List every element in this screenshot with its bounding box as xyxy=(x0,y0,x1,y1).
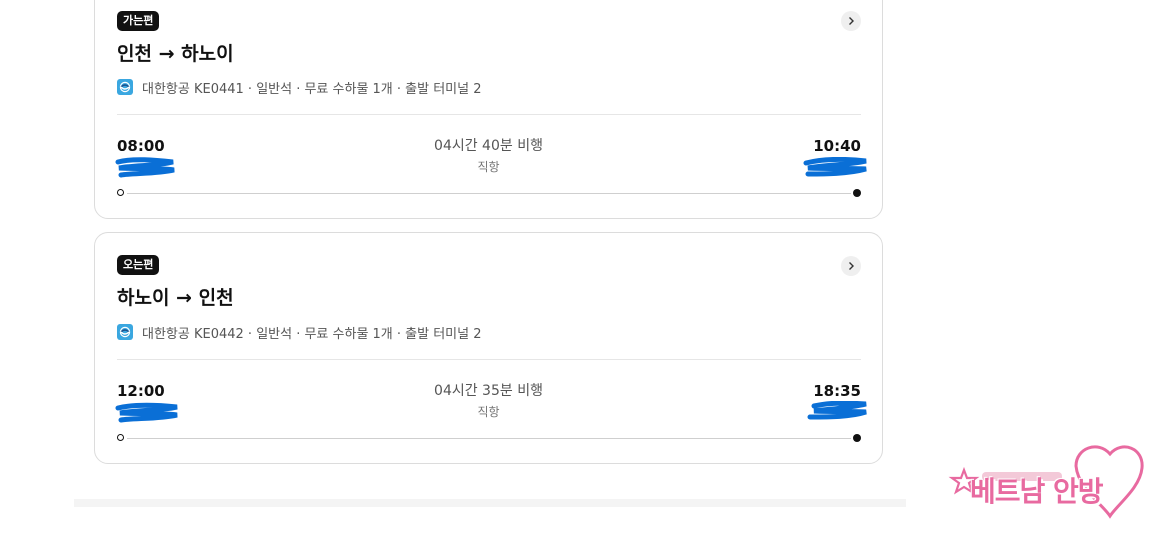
stop-info: 직항 xyxy=(477,405,500,419)
arrival-dot xyxy=(853,189,861,197)
redaction-scribble xyxy=(115,402,178,423)
flight-duration: 04시간 35분 비행 xyxy=(434,383,543,399)
airline-info: 대한항공 KE0441 · 일반석 · 무료 수하물 1개 · 출발 터미널 2 xyxy=(142,81,482,97)
route-title: 하노이 → 인천 xyxy=(117,287,234,309)
flight-duration: 04시간 40분 비행 xyxy=(434,138,543,154)
korean-air-logo-icon xyxy=(117,324,133,340)
chevron-right-icon[interactable] xyxy=(841,256,861,276)
departure-dot xyxy=(117,434,124,441)
departure-dot xyxy=(117,189,124,196)
arrival-dot xyxy=(853,434,861,442)
route-title: 인천 → 하노이 xyxy=(117,43,234,65)
direction-badge: 오는편 xyxy=(117,255,160,275)
watermark-text: 베트남 안방 xyxy=(970,475,1104,508)
redaction-scribble xyxy=(115,157,175,178)
stop-info: 직항 xyxy=(477,160,500,174)
timeline-line xyxy=(127,437,851,439)
airline-info: 대한항공 KE0442 · 일반석 · 무료 수하물 1개 · 출발 터미널 2 xyxy=(142,326,482,342)
arrival-time: 18:35 xyxy=(813,382,861,400)
redaction-scribble xyxy=(807,401,867,420)
flight-card-outbound[interactable]: 가는편 인천 → 하노이 대한항공 KE0441 · 일반석 · 무료 수하물 … xyxy=(94,0,883,219)
direction-badge: 가는편 xyxy=(117,11,160,31)
flight-card-return[interactable]: 오는편 하노이 → 인천 대한항공 KE0442 · 일반석 · 무료 수하물 … xyxy=(94,232,883,464)
divider xyxy=(117,359,861,360)
watermark-logo: 베트남 안방 xyxy=(948,432,1148,532)
section-divider-bar xyxy=(74,499,906,507)
redaction-scribble xyxy=(803,157,867,177)
arrival-time: 10:40 xyxy=(813,137,861,155)
flight-timeline xyxy=(117,189,861,197)
korean-air-logo-icon xyxy=(117,79,133,95)
airline-row: 대한항공 KE0441 · 일반석 · 무료 수하물 1개 · 출발 터미널 2 xyxy=(117,78,482,97)
airline-row: 대한항공 KE0442 · 일반석 · 무료 수하물 1개 · 출발 터미널 2 xyxy=(117,323,482,342)
divider xyxy=(117,114,861,115)
timeline-line xyxy=(127,192,851,194)
chevron-right-icon[interactable] xyxy=(841,11,861,31)
flight-timeline xyxy=(117,434,861,442)
